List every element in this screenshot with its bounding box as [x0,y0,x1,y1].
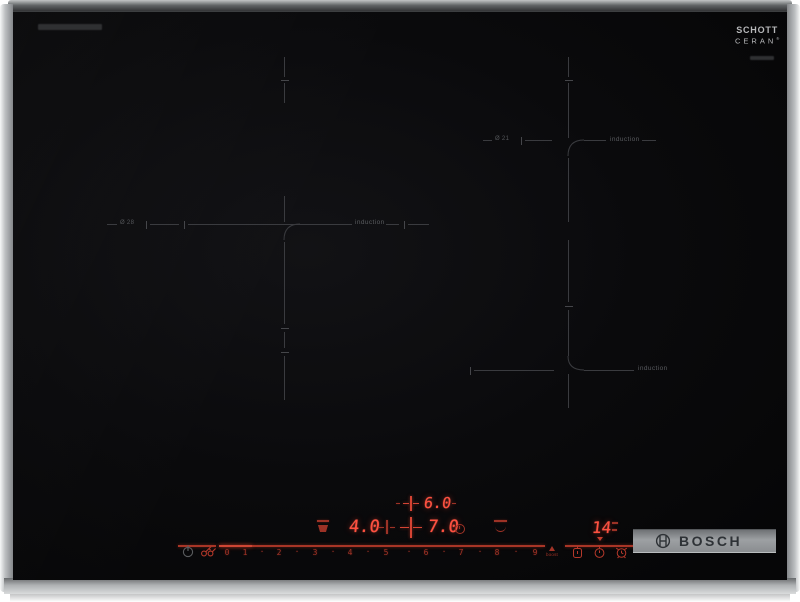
child-lock-key-icon[interactable] [200,544,217,558]
level-5[interactable]: 5 [379,548,393,557]
level-dot: · [473,547,487,556]
cooktop-photo: SCHOTT CERAN® Ø 28 induction Ø 21 [0,0,800,602]
bosch-logo-text: BOSCH [679,533,742,549]
level-dot: · [402,547,416,556]
bosch-badge: BOSCH [633,529,776,553]
level-6[interactable]: 6 [419,548,433,557]
level-7[interactable]: 7 [454,548,468,557]
power-button[interactable] [181,544,195,558]
zone-timer-clock-hand [459,526,460,529]
zone-timer-clock-icon [455,524,465,534]
display-dot-mark [452,503,456,505]
display-timer-minutes: 14 [591,518,613,537]
level-dot: · [290,547,304,556]
display-right-top-zone-level: 6.0 [423,494,452,512]
level-8[interactable]: 8 [490,548,504,557]
level-dot: · [437,547,451,556]
level-dot: · [255,547,269,556]
display-left-zone-level: 4.0 [348,517,381,537]
level-1[interactable]: 1 [238,548,252,557]
level-9[interactable]: 9 [528,548,542,557]
short-timer-button[interactable] [571,545,584,559]
level-0[interactable]: 0 [220,548,234,557]
zone-induction-label: induction [638,365,668,372]
timer-unit-mark [612,529,617,531]
power-boost-button[interactable]: boost [543,546,561,557]
boost-arrow-icon [549,546,555,551]
alarm-timer-button[interactable] [614,545,629,559]
timer-select-arrow [597,537,603,541]
level-dot: · [326,547,340,556]
move-pot-icon [494,520,507,522]
level-3[interactable]: 3 [308,548,322,557]
boost-label: boost [543,552,561,557]
bosch-anchor-logo-icon [655,533,671,549]
timer-unit-mark [612,522,618,524]
level-dot: · [509,547,523,556]
level-4[interactable]: 4 [343,548,357,557]
pan-indicator-icon [317,520,329,522]
level-2[interactable]: 2 [272,548,286,557]
level-dot: · [361,547,375,556]
cooking-timer-button[interactable] [593,545,606,559]
slider-active-segment [219,545,252,547]
